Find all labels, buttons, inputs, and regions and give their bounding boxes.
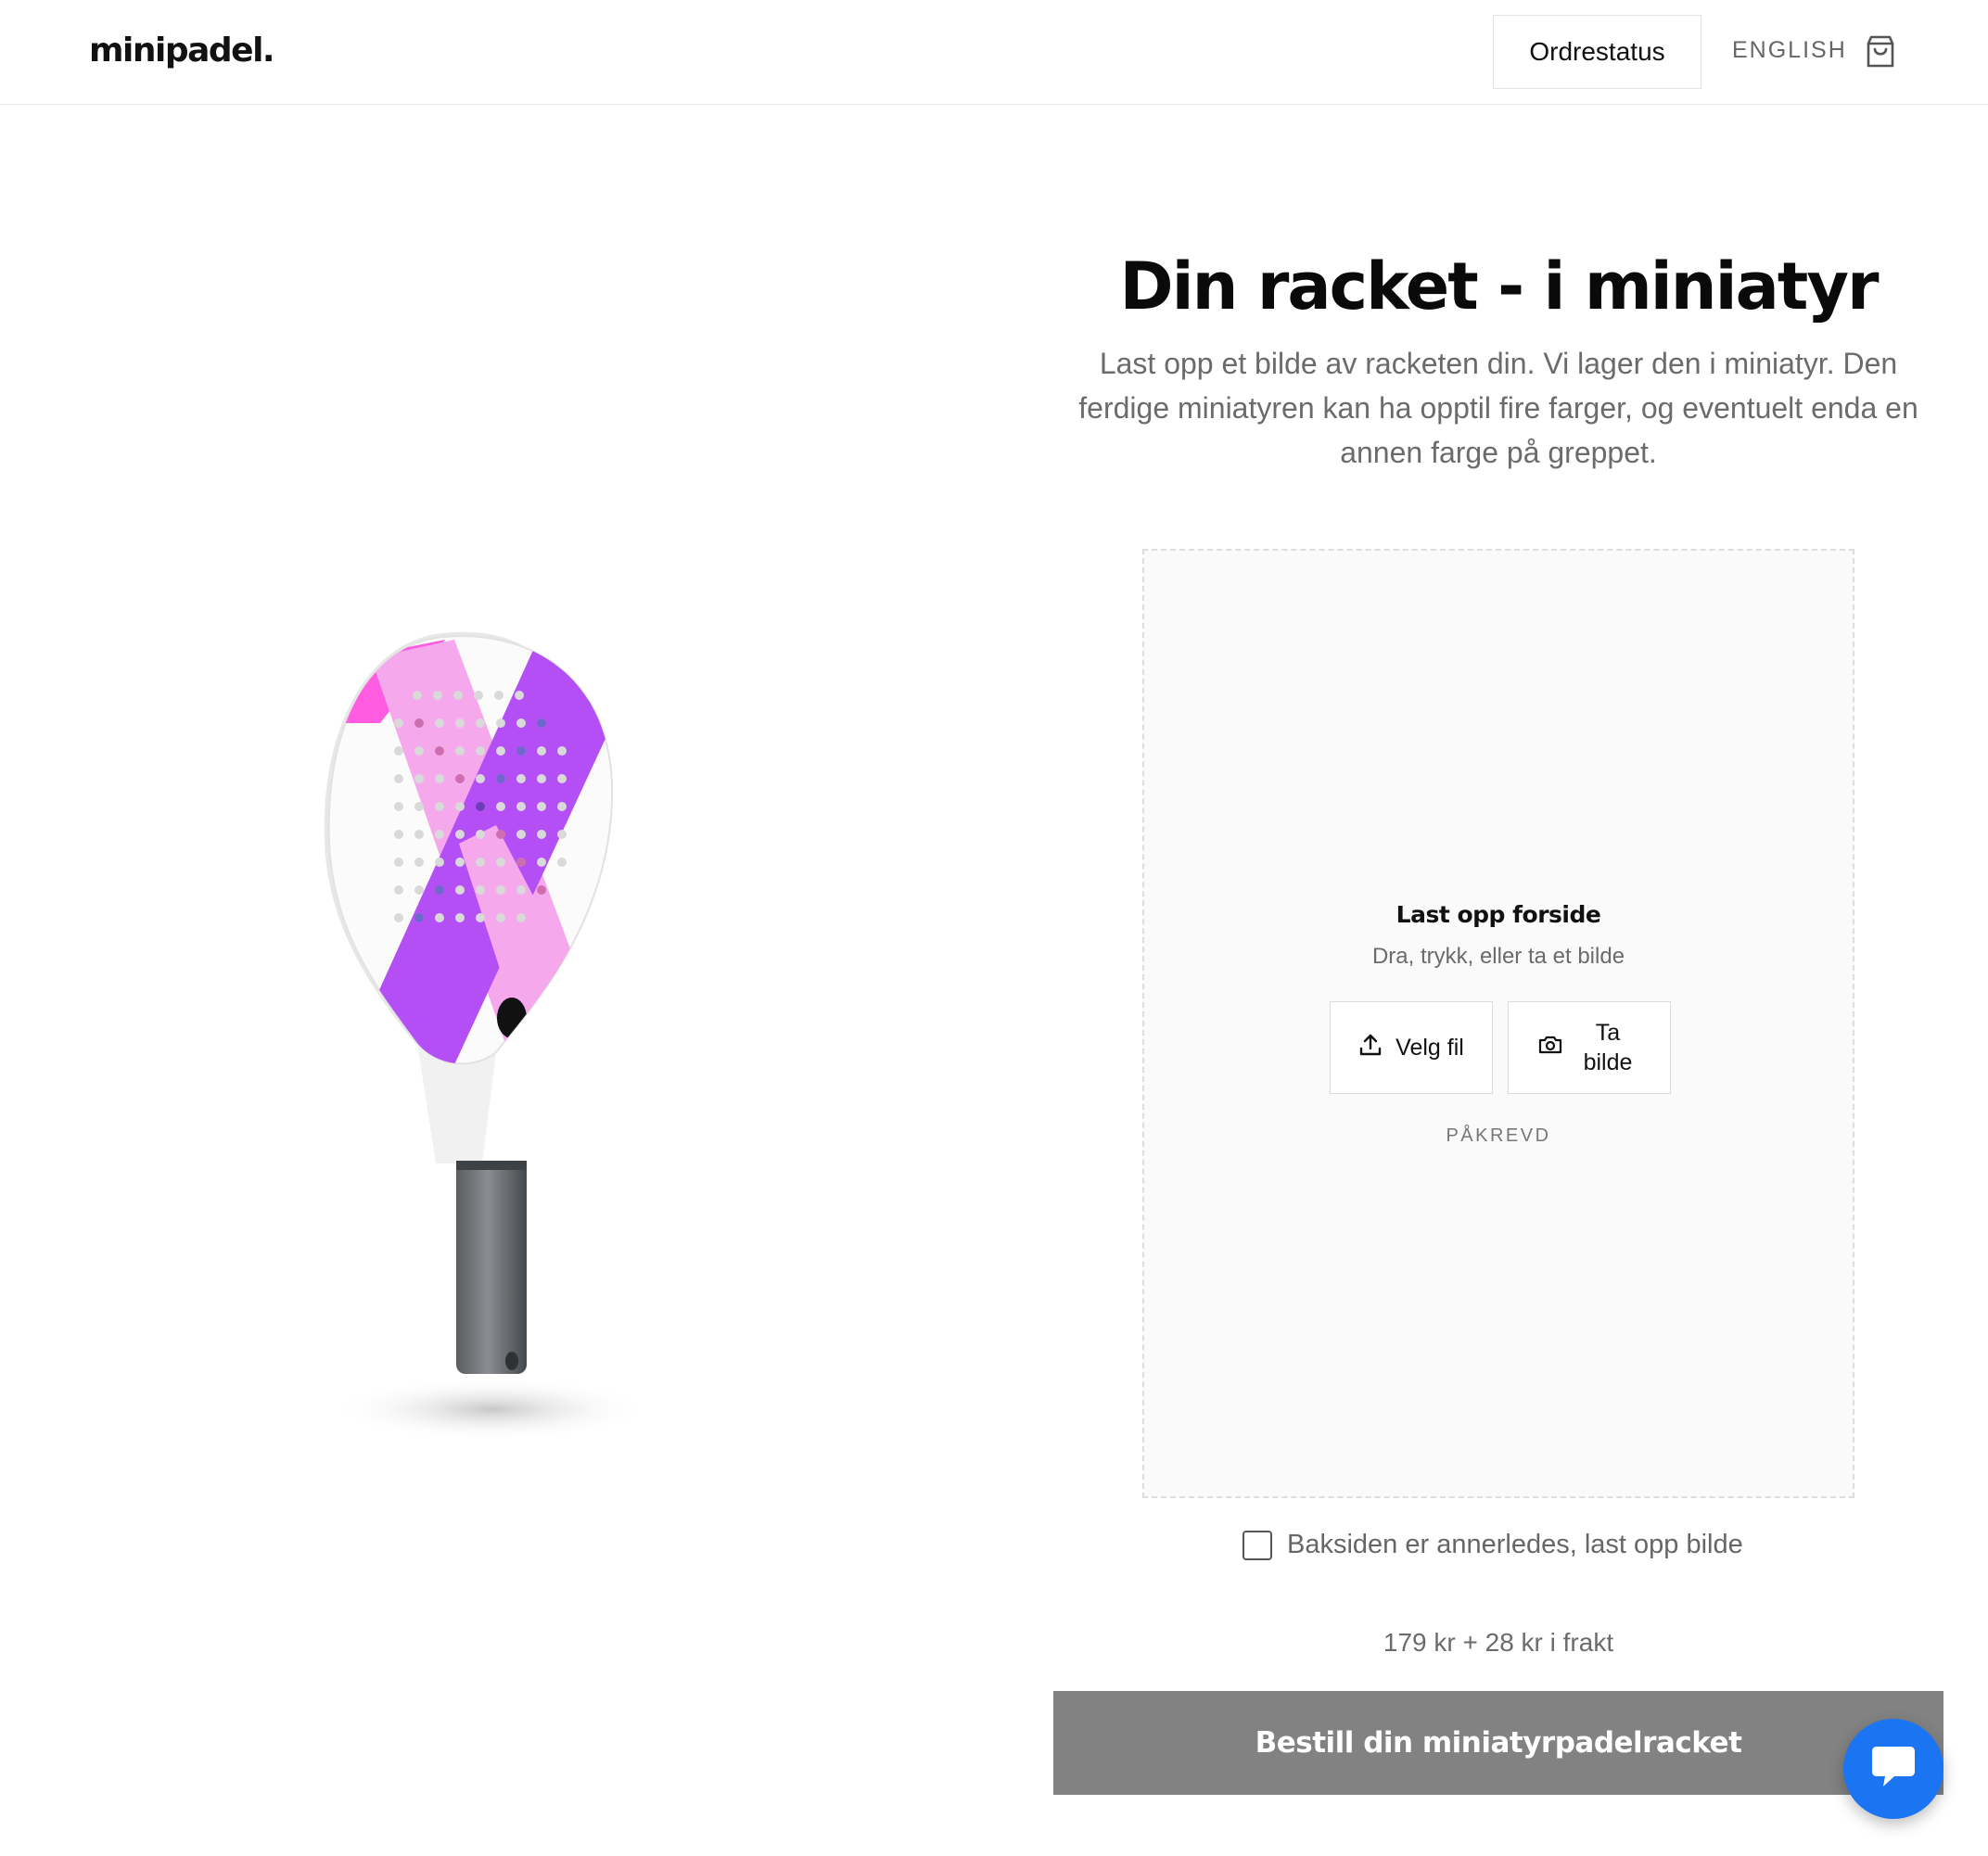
order-button[interactable]: Bestill din miniatyrpadelracket: [1053, 1691, 1943, 1795]
backside-checkbox-label: Baksiden er annerledes, last opp bilde: [1287, 1530, 1743, 1559]
page-title: Din racket - i miniatyr: [1119, 248, 1880, 324]
required-indicator: PÅKREVD: [1446, 1125, 1551, 1146]
backside-different-option[interactable]: Baksiden er annerledes, last opp bilde: [1242, 1530, 1743, 1560]
chat-widget-button[interactable]: [1843, 1719, 1943, 1819]
choose-file-label: Velg fil: [1395, 1034, 1464, 1061]
take-photo-label: Ta bilde: [1583, 1020, 1633, 1075]
dropzone-title: Last opp forside: [1395, 901, 1601, 928]
racket-illustration: [297, 621, 686, 1474]
choose-file-button[interactable]: Velg fil: [1330, 1001, 1493, 1094]
upload-icon: [1358, 1033, 1383, 1063]
order-status-button[interactable]: Ordrestatus: [1493, 15, 1701, 89]
site-logo[interactable]: minipadel.: [89, 32, 275, 70]
dropzone-hint: Dra, trykk, eller ta et bilde: [1371, 944, 1625, 969]
page-subtitle: Last opp et bilde av racketen din. Vi la…: [1078, 347, 1918, 469]
shopping-bag-icon[interactable]: [1862, 33, 1899, 70]
camera-icon: [1538, 1033, 1562, 1063]
site-header: minipadel. Ordrestatus ENGLISH: [0, 0, 1988, 105]
language-switch-link[interactable]: ENGLISH: [1732, 37, 1847, 64]
take-photo-button[interactable]: Ta bilde: [1508, 1001, 1671, 1094]
price-text: 179 kr + 28 kr i frakt: [1383, 1628, 1614, 1657]
backside-checkbox[interactable]: [1242, 1530, 1272, 1560]
chat-icon: [1867, 1744, 1920, 1795]
front-image-dropzone[interactable]: Last opp forside Dra, trykk, eller ta et…: [1142, 549, 1854, 1498]
